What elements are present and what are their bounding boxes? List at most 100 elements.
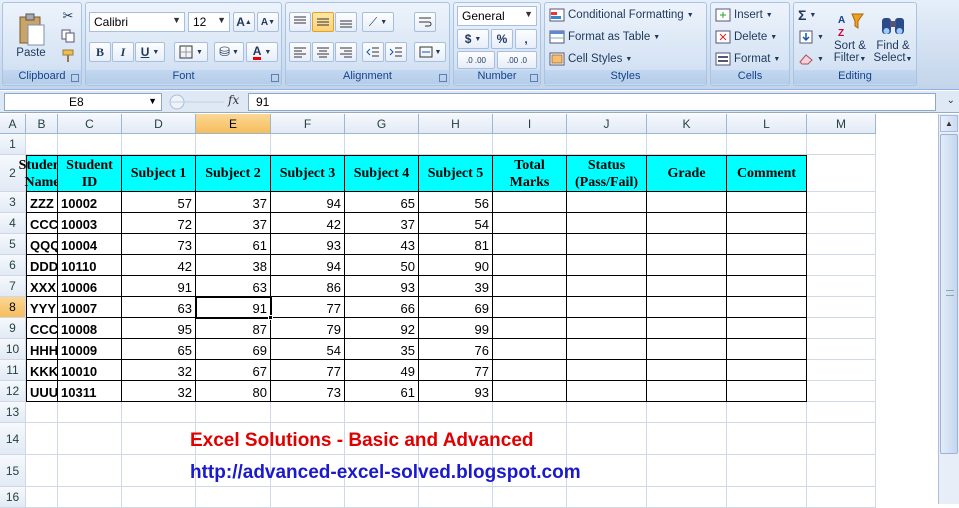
cell[interactable] <box>807 318 876 339</box>
column-header-k[interactable]: K <box>647 114 727 134</box>
score-cell[interactable]: 54 <box>271 339 345 360</box>
score-cell[interactable]: 92 <box>345 318 419 339</box>
clear-button[interactable]: ▼ <box>798 50 824 68</box>
column-header-d[interactable]: D <box>122 114 196 134</box>
banner-url[interactable]: http://advanced-excel-solved.blogspot.co… <box>190 462 581 484</box>
cell[interactable] <box>0 192 26 213</box>
column-header-l[interactable]: L <box>727 114 807 134</box>
score-cell[interactable]: 67 <box>196 360 271 381</box>
cell[interactable] <box>807 234 876 255</box>
table-header-cell[interactable]: Grade <box>647 155 727 192</box>
cell[interactable] <box>807 455 876 487</box>
student-id-cell[interactable]: 10006 <box>58 276 122 297</box>
find-select-button[interactable]: Find & Select▼ <box>872 6 914 70</box>
student-name-cell[interactable]: ZZZ <box>26 192 58 213</box>
score-cell[interactable]: 94 <box>271 192 345 213</box>
score-cell[interactable]: 77 <box>271 360 345 381</box>
score-cell[interactable]: 61 <box>196 234 271 255</box>
formula-input[interactable]: 91 <box>248 93 936 111</box>
font-launcher[interactable] <box>271 74 279 82</box>
increase-decimal-button[interactable]: .0 .00 <box>457 51 495 69</box>
score-cell[interactable] <box>493 339 567 360</box>
score-cell[interactable] <box>727 276 807 297</box>
cell[interactable] <box>0 381 26 402</box>
score-cell[interactable]: 79 <box>271 318 345 339</box>
score-cell[interactable]: 42 <box>122 255 196 276</box>
cell[interactable] <box>807 134 876 155</box>
score-cell[interactable]: 81 <box>419 234 493 255</box>
insert-cells-button[interactable]: Insert ▼ <box>715 6 773 24</box>
cell[interactable] <box>0 318 26 339</box>
score-cell[interactable]: 87 <box>196 318 271 339</box>
score-cell[interactable]: 39 <box>419 276 493 297</box>
student-name-cell[interactable]: CCC <box>26 318 58 339</box>
cell[interactable] <box>647 455 727 487</box>
student-name-cell[interactable]: KKK <box>26 360 58 381</box>
table-header-cell[interactable]: Status (Pass/Fail) <box>567 155 647 192</box>
shrink-font-button[interactable]: A ▼ <box>257 12 279 32</box>
score-cell[interactable]: 38 <box>196 255 271 276</box>
score-cell[interactable]: 69 <box>196 339 271 360</box>
score-cell[interactable] <box>727 318 807 339</box>
increase-indent-button[interactable] <box>385 42 407 62</box>
cell[interactable] <box>26 423 58 455</box>
student-id-cell[interactable]: 10009 <box>58 339 122 360</box>
format-cells-button[interactable]: Format ▼ <box>715 50 780 68</box>
expand-formula-bar-icon[interactable]: ⌄ <box>947 95 955 106</box>
student-name-cell[interactable]: HHH <box>26 339 58 360</box>
student-id-cell[interactable]: 10311 <box>58 381 122 402</box>
align-middle-button[interactable] <box>312 12 334 32</box>
cell[interactable] <box>58 423 122 455</box>
score-cell[interactable]: 54 <box>419 213 493 234</box>
cell[interactable] <box>807 255 876 276</box>
score-cell[interactable] <box>493 234 567 255</box>
cell-styles-button[interactable]: Cell Styles ▼ <box>549 50 632 68</box>
underline-button[interactable]: U ▼ <box>135 42 165 62</box>
score-cell[interactable]: 73 <box>122 234 196 255</box>
align-center-button[interactable] <box>312 42 334 62</box>
cell[interactable] <box>26 402 58 423</box>
score-cell[interactable] <box>567 339 647 360</box>
score-cell[interactable]: 42 <box>271 213 345 234</box>
score-cell[interactable]: 69 <box>419 297 493 318</box>
cell[interactable] <box>727 423 807 455</box>
cell[interactable] <box>0 339 26 360</box>
cell[interactable] <box>122 487 196 508</box>
cell[interactable] <box>196 402 271 423</box>
cut-button[interactable]: ✂ <box>57 7 79 25</box>
cell[interactable] <box>0 402 26 423</box>
cell[interactable] <box>807 213 876 234</box>
column-header-a[interactable]: A <box>0 114 26 134</box>
column-header-g[interactable]: G <box>345 114 419 134</box>
table-header-cell[interactable]: Student Name <box>19 155 65 192</box>
cell[interactable] <box>122 455 196 487</box>
score-cell[interactable] <box>567 234 647 255</box>
cell[interactable] <box>122 134 196 155</box>
score-cell[interactable]: 77 <box>271 297 345 318</box>
insert-function-icon[interactable]: fx <box>228 93 239 107</box>
score-cell[interactable] <box>647 276 727 297</box>
cell[interactable] <box>807 192 876 213</box>
score-cell[interactable]: 32 <box>122 360 196 381</box>
score-cell[interactable]: 50 <box>345 255 419 276</box>
column-header-c[interactable]: C <box>58 114 122 134</box>
cell[interactable] <box>0 255 26 276</box>
score-cell[interactable] <box>567 255 647 276</box>
cell[interactable] <box>26 455 58 487</box>
cell[interactable] <box>58 402 122 423</box>
font-name-combo[interactable]: Calibri ▼ <box>89 12 185 32</box>
cell[interactable] <box>0 213 26 234</box>
score-cell[interactable]: 93 <box>419 381 493 402</box>
score-cell[interactable] <box>647 234 727 255</box>
sort-filter-button[interactable]: AZ Sort & Filter▼ <box>830 6 870 70</box>
student-id-cell[interactable]: 10008 <box>58 318 122 339</box>
cell[interactable] <box>647 423 727 455</box>
font-size-combo[interactable]: 12 ▼ <box>188 12 230 32</box>
score-cell[interactable] <box>567 360 647 381</box>
cell[interactable] <box>807 487 876 508</box>
score-cell[interactable] <box>727 234 807 255</box>
cell[interactable] <box>0 423 26 455</box>
cell[interactable] <box>807 339 876 360</box>
cell[interactable] <box>567 402 647 423</box>
score-cell[interactable] <box>727 339 807 360</box>
